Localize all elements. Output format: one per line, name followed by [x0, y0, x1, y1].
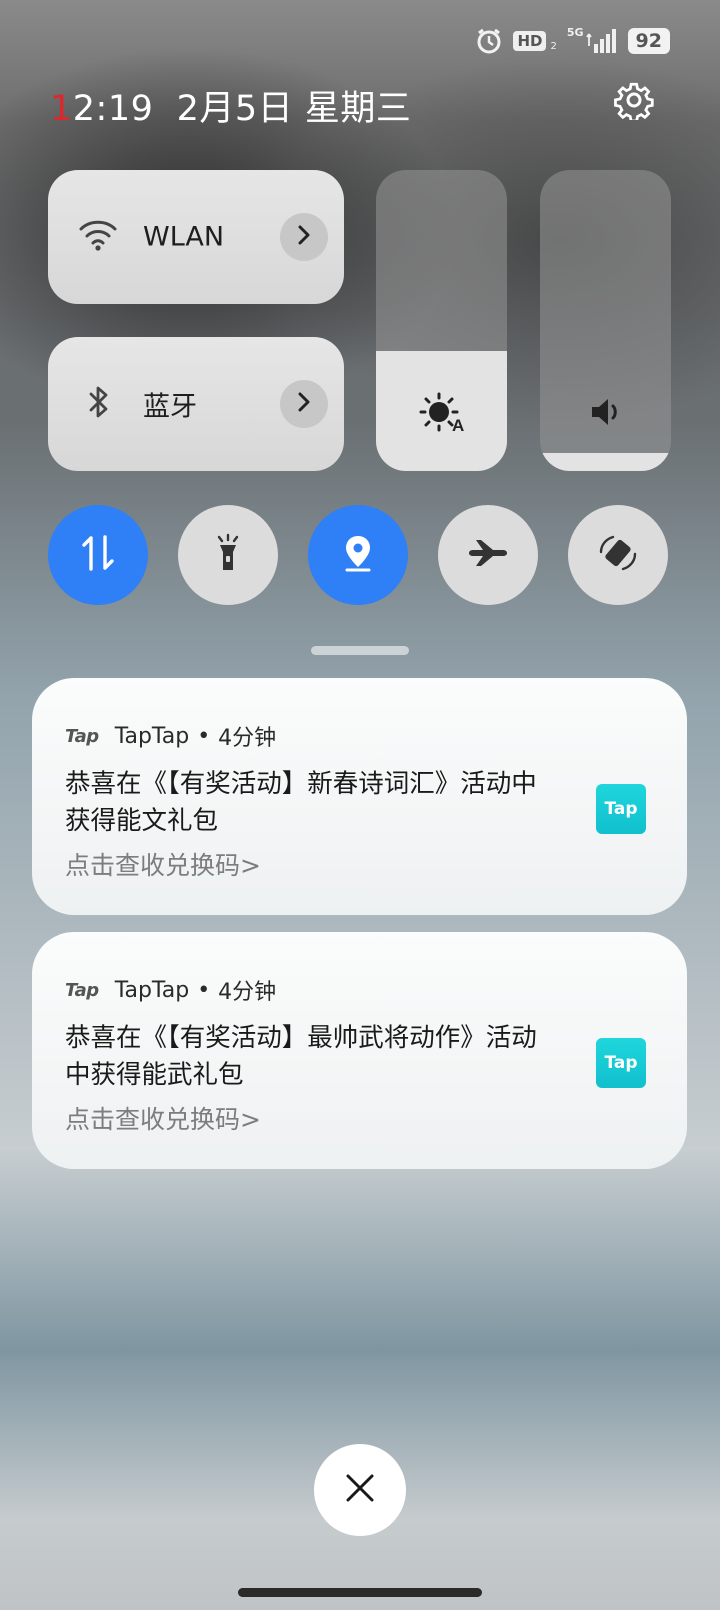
bluetooth-label: 蓝牙: [143, 391, 197, 423]
wlan-expand-button[interactable]: [280, 213, 328, 261]
location-pin-icon: [341, 533, 375, 577]
bluetooth-expand-button[interactable]: [280, 380, 328, 428]
network-type-label: 5G: [566, 26, 584, 39]
notification-time: 4分钟: [218, 980, 277, 1005]
notification-card[interactable]: Tap TapTap • 4分钟 恭喜在《【有奖活动】最帅武将动作》活动中获得能…: [32, 932, 687, 1169]
notification-separator: •: [197, 977, 211, 1003]
gear-icon[interactable]: [614, 80, 654, 123]
data-arrows-icon: [80, 533, 116, 577]
volume-fill: [540, 452, 671, 471]
close-x-icon: [345, 1473, 375, 1507]
notification-separator: •: [197, 723, 211, 749]
wlan-label: WLAN: [143, 221, 225, 253]
taptap-app-icon: Tap: [65, 725, 99, 747]
notification-title: 恭喜在《【有奖活动】新春诗词汇》活动中获得能文礼包: [65, 769, 537, 836]
auto-rotate-toggle[interactable]: [568, 505, 668, 605]
status-bar: HD 2 5G 92: [475, 24, 670, 58]
clock-time: 2:19: [72, 89, 154, 129]
speaker-icon: [589, 395, 623, 433]
signal-bars-icon: [585, 28, 618, 54]
airplane-icon: [467, 536, 509, 574]
brightness-slider[interactable]: A: [376, 170, 507, 471]
bluetooth-icon: [78, 382, 118, 426]
notification-title: 恭喜在《【有奖活动】最帅武将动作》活动中获得能武礼包: [65, 1023, 537, 1090]
hd-sub-label: 2: [550, 41, 557, 52]
notification-subtitle[interactable]: 点击查收兑换码>: [65, 1100, 261, 1136]
notification-header: Tap TapTap • 4分钟: [65, 720, 276, 752]
panel-drag-handle[interactable]: [311, 646, 409, 655]
notification-thumbnail: Tap: [596, 784, 646, 834]
volume-slider[interactable]: [540, 170, 671, 471]
auto-brightness-icon: A: [419, 391, 465, 437]
rotate-icon: [597, 532, 639, 578]
notification-subtitle[interactable]: 点击查收兑换码>: [65, 846, 261, 882]
airplane-mode-toggle[interactable]: [438, 505, 538, 605]
chevron-right-icon: [297, 225, 311, 249]
flashlight-toggle[interactable]: [178, 505, 278, 605]
home-indicator[interactable]: [238, 1588, 482, 1597]
date-label: 2月5日 星期三: [176, 89, 412, 129]
clear-notifications-button[interactable]: [314, 1444, 406, 1536]
svg-text:A: A: [452, 416, 464, 433]
location-toggle[interactable]: [308, 505, 408, 605]
hd-voice-badge: HD: [513, 31, 547, 51]
notification-card[interactable]: Tap TapTap • 4分钟 恭喜在《【有奖活动】新春诗词汇》活动中获得能文…: [32, 678, 687, 915]
notification-thumbnail: Tap: [596, 1038, 646, 1088]
notification-app-name: TapTap: [114, 723, 190, 749]
wifi-icon: [78, 218, 118, 256]
bluetooth-tile[interactable]: 蓝牙: [48, 337, 344, 471]
notification-time: 4分钟: [218, 726, 277, 751]
battery-indicator: 92: [627, 28, 670, 54]
wlan-tile[interactable]: WLAN: [48, 170, 344, 304]
mobile-data-toggle[interactable]: [48, 505, 148, 605]
flashlight-icon: [213, 533, 243, 577]
notification-header: Tap TapTap • 4分钟: [65, 974, 276, 1006]
clock-date: 12:19 2月5日 星期三: [50, 80, 411, 131]
alarm-clock-icon: [475, 27, 503, 55]
clock-first-digit: 1: [50, 89, 73, 129]
taptap-app-icon: Tap: [65, 979, 99, 1001]
notification-app-name: TapTap: [114, 977, 190, 1003]
chevron-right-icon: [297, 392, 311, 416]
